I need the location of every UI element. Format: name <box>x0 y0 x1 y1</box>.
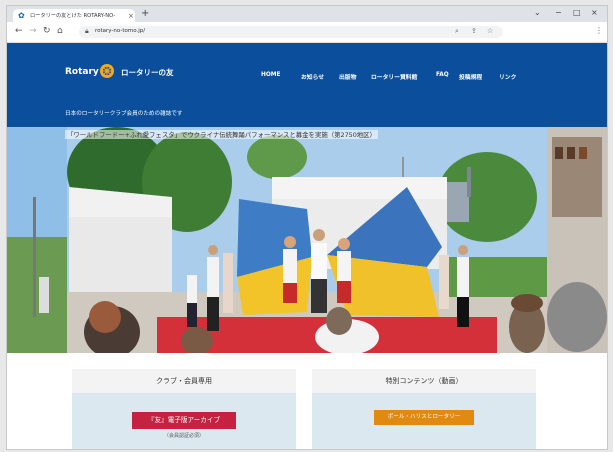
nav-archive[interactable]: ロータリー資料館 <box>371 72 417 81</box>
url-text: rotary-no-tomo.jp/ <box>95 28 146 34</box>
zoom-icon[interactable]: ⌕ <box>455 27 459 36</box>
minimize-icon[interactable]: − <box>555 8 562 17</box>
back-icon[interactable]: ← <box>15 26 23 36</box>
nav-news[interactable]: お知らせ <box>301 72 324 81</box>
web-page: Rotary ロータリーの友 HOME お知らせ 出版物 ロータリー資料館 FA… <box>7 43 607 449</box>
e-archive-button[interactable]: 『友』電子版アーカイブ <box>132 412 236 429</box>
lock-icon[interactable]: 🔒︎ <box>85 27 89 36</box>
tab-title: ロータリーの友とけた ROTARY-NO- <box>30 13 116 19</box>
nav-submission-rules[interactable]: 投稿規程 <box>459 72 482 81</box>
reload-icon[interactable]: ↻ <box>43 26 51 36</box>
tab-search-icon[interactable]: ⌄ <box>534 8 541 17</box>
site-logo-jp[interactable]: ロータリーの友 <box>121 67 174 78</box>
nav-publications[interactable]: 出版物 <box>339 72 356 81</box>
auth-required-note: （会員認証必須） <box>163 433 204 439</box>
favicon-icon: ✿ <box>18 10 25 20</box>
browser-window: ✿ ロータリーの友とけた ROTARY-NO- × + ⌄ − □ × ← → … <box>6 5 608 450</box>
club-card-title: クラブ・会員専用 <box>72 369 296 393</box>
paul-harris-video-button[interactable]: ポール・ハリスとロータリー <box>374 410 474 425</box>
new-tab-icon[interactable]: + <box>141 9 149 19</box>
special-card-title: 特別コンテンツ（動画） <box>312 369 536 393</box>
browser-menu-icon[interactable]: ⋮ <box>595 26 603 35</box>
close-tab-icon[interactable]: × <box>128 12 134 20</box>
rotary-wheel-icon <box>100 64 114 78</box>
browser-tab[interactable]: ✿ ロータリーの友とけた ROTARY-NO- × <box>13 9 135 22</box>
special-content-card: 特別コンテンツ（動画） ポール・ハリスとロータリー <box>312 369 536 449</box>
forward-icon[interactable]: → <box>29 26 37 36</box>
nav-faq[interactable]: FAQ <box>436 72 449 78</box>
share-icon[interactable]: ⇪ <box>471 27 477 35</box>
rotary-logo-text[interactable]: Rotary <box>65 67 99 77</box>
hero-caption: 「ワールドフードー+ふれ愛フェスタ」でウクライナ伝統舞踊パフォーマンスと募金を実… <box>65 130 378 139</box>
nav-links[interactable]: リンク <box>499 72 516 81</box>
club-members-card: クラブ・会員専用 『友』電子版アーカイブ （会員認証必須） <box>72 369 296 449</box>
hero-slideshow[interactable]: 「ワールドフードー+ふれ愛フェスタ」でウクライナ伝統舞踊パフォーマンスと募金を実… <box>7 127 607 353</box>
home-icon[interactable]: ⌂ <box>57 26 63 36</box>
content-section: クラブ・会員専用 『友』電子版アーカイブ （会員認証必須） 特別コンテンツ（動画… <box>7 353 607 449</box>
maximize-icon[interactable]: □ <box>573 8 581 17</box>
url-field[interactable]: 🔒︎ rotary-no-tomo.jp/ ⌕ ⇪ ☆ <box>79 26 503 38</box>
site-header: Rotary ロータリーの友 HOME お知らせ 出版物 ロータリー資料館 FA… <box>7 43 607 127</box>
site-tagline: 日本のロータリークラブ会員のための雑誌です <box>65 111 183 117</box>
close-window-icon[interactable]: × <box>591 8 598 17</box>
tab-strip: ✿ ロータリーの友とけた ROTARY-NO- × + ⌄ − □ × <box>7 6 607 22</box>
hero-photo <box>7 127 607 353</box>
bookmark-star-icon[interactable]: ☆ <box>487 27 493 35</box>
nav-home[interactable]: HOME <box>261 72 281 78</box>
address-bar-row: ← → ↻ ⌂ 🔒︎ rotary-no-tomo.jp/ ⌕ ⇪ ☆ ⋮ <box>7 22 607 43</box>
